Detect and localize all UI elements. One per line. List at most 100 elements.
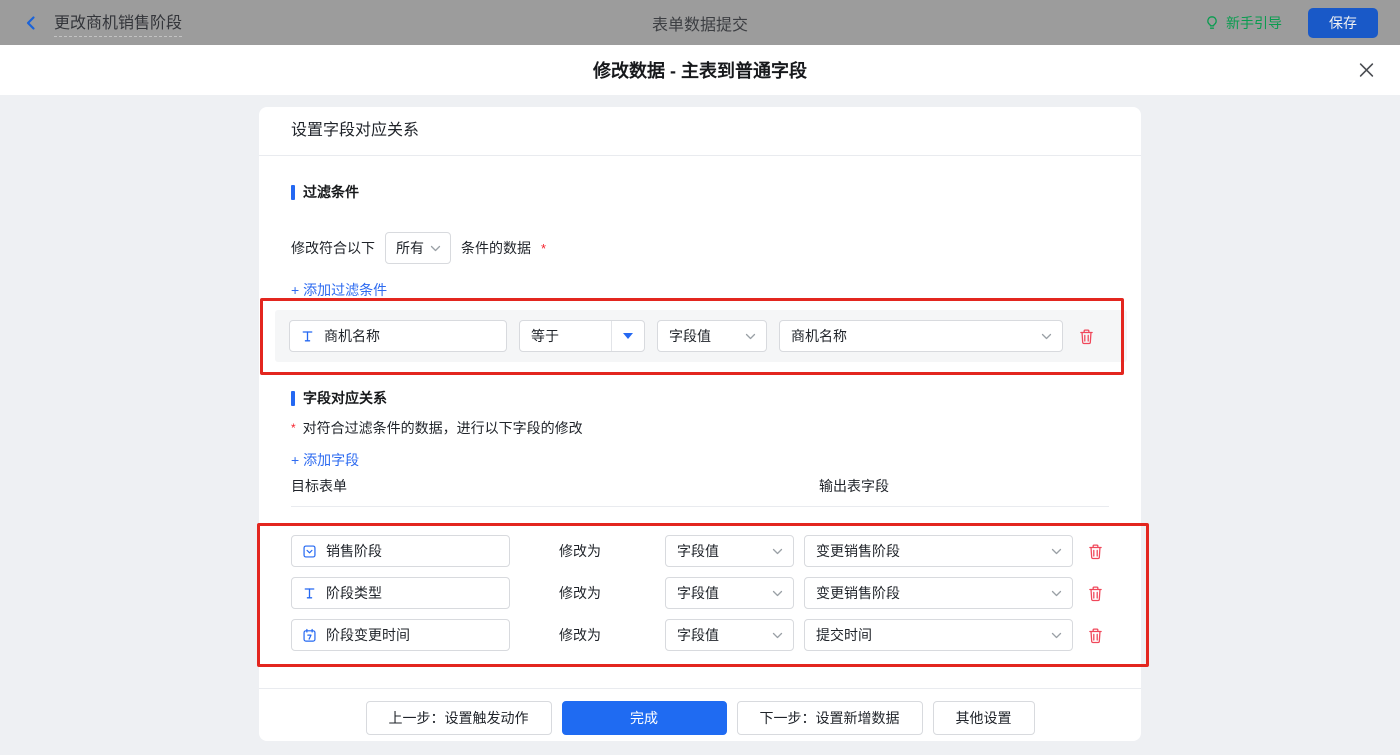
modify-label: 修改为	[559, 585, 601, 601]
back-icon	[26, 15, 35, 30]
card-title: 设置字段对应关系	[259, 107, 1141, 156]
trash-icon	[1080, 328, 1093, 344]
chevron-down-icon	[745, 333, 756, 339]
filter-row-wrap: 商机名称 等于 字段值 商机名称	[260, 298, 1127, 375]
trash-icon	[1089, 585, 1102, 601]
dialog-title: 修改数据 - 主表到普通字段	[593, 61, 807, 81]
column-target-form: 目标表单	[291, 478, 347, 494]
dialog-body: 设置字段对应关系 过滤条件 修改符合以下 所有 条件的数据 * + 添加过滤条件	[0, 107, 1400, 755]
filter-operator-select[interactable]: 等于	[519, 320, 645, 352]
section-bar	[291, 184, 295, 200]
value-type: 字段值	[677, 585, 719, 601]
card-body: 过滤条件 修改符合以下 所有 条件的数据 * + 添加过滤条件 商机名称 等于 …	[257, 182, 1149, 667]
mapping-section-title: 字段对应关系	[291, 388, 1109, 408]
value-type: 字段值	[677, 627, 719, 643]
mapping-row: 阶段变更时间 修改为 字段值 提交时间	[291, 619, 1109, 651]
value-type-select[interactable]: 字段值	[665, 619, 794, 651]
output-field-select[interactable]: 变更销售阶段	[804, 577, 1073, 609]
delete-row-button[interactable]	[1084, 624, 1107, 647]
output-field-value: 提交时间	[816, 627, 872, 643]
chevron-down-icon	[772, 590, 783, 596]
operator-caret-segment[interactable]	[611, 321, 644, 351]
card-footer: 上一步：设置触发动作 完成 下一步：设置新增数据 其他设置	[259, 688, 1141, 735]
match-type-value: 所有	[396, 240, 424, 256]
target-field-value: 阶段变更时间	[326, 627, 410, 643]
back-button[interactable]	[22, 14, 40, 32]
column-headers: 目标表单 输出表字段	[291, 476, 1109, 507]
target-field-input[interactable]: 阶段类型	[291, 577, 510, 609]
add-filter-link[interactable]: + 添加过滤条件	[291, 280, 387, 300]
other-settings-button[interactable]: 其他设置	[932, 701, 1035, 735]
chevron-down-icon	[1051, 632, 1062, 638]
settings-card: 设置字段对应关系 过滤条件 修改符合以下 所有 条件的数据 * + 添加过滤条件	[257, 107, 1149, 741]
trash-icon	[1089, 543, 1102, 559]
target-field-input[interactable]: 阶段变更时间	[291, 619, 510, 651]
filter-value: 商机名称	[791, 328, 847, 344]
target-field-value: 销售阶段	[326, 543, 382, 559]
chevron-down-icon	[1041, 333, 1052, 339]
filter-value-type-select[interactable]: 字段值	[657, 320, 767, 352]
filter-value-type: 字段值	[669, 328, 711, 344]
add-field-link[interactable]: + 添加字段	[291, 450, 359, 470]
prev-step-button[interactable]: 上一步：设置触发动作	[365, 701, 552, 735]
target-field-input[interactable]: 销售阶段	[291, 535, 510, 567]
match-type-select[interactable]: 所有	[385, 232, 451, 264]
guide-label: 新手引导	[1226, 14, 1282, 31]
filter-section-label: 过滤条件	[303, 184, 359, 200]
close-button[interactable]	[1359, 63, 1374, 78]
trash-icon	[1089, 627, 1102, 643]
topbar: 更改商机销售阶段 表单数据提交 新手引导 保存	[0, 0, 1400, 45]
output-field-select[interactable]: 变更销售阶段	[804, 535, 1073, 567]
text-field-icon	[302, 330, 313, 341]
mapping-rows: 销售阶段 修改为 字段值 变更销售阶段 阶段类型 修改为 字段值 变更销售阶段 …	[257, 523, 1149, 667]
value-type: 字段值	[677, 543, 719, 559]
dialog-header: 修改数据 - 主表到普通字段	[0, 45, 1400, 95]
delete-row-button[interactable]	[1084, 540, 1107, 563]
filter-section-title: 过滤条件	[291, 182, 1109, 202]
match-suffix-label: 条件的数据	[461, 240, 531, 256]
output-field-select[interactable]: 提交时间	[804, 619, 1073, 651]
topbar-left: 更改商机销售阶段	[22, 9, 183, 37]
done-button[interactable]: 完成	[561, 701, 727, 735]
output-field-value: 变更销售阶段	[816, 585, 900, 601]
mapping-row: 销售阶段 修改为 字段值 变更销售阶段	[291, 535, 1109, 567]
caret-down-icon	[623, 333, 633, 339]
modify-label: 修改为	[559, 543, 601, 559]
date-field-icon	[303, 628, 316, 642]
select-field-icon	[303, 544, 316, 558]
guide-link[interactable]: 新手引导	[1204, 13, 1282, 33]
topbar-center-title: 表单数据提交	[651, 16, 748, 34]
delete-filter-button[interactable]	[1075, 325, 1098, 348]
mapping-row: 阶段类型 修改为 字段值 变更销售阶段	[291, 577, 1109, 609]
bulb-icon	[1207, 15, 1217, 29]
column-output-field: 输出表字段	[819, 478, 889, 494]
section-bar	[291, 390, 295, 406]
required-mark: *	[291, 421, 296, 435]
text-field-icon	[304, 587, 315, 598]
next-step-button[interactable]: 下一步：设置新增数据	[736, 701, 923, 735]
chevron-down-icon	[772, 548, 783, 554]
match-condition-row: 修改符合以下 所有 条件的数据 *	[291, 232, 1109, 264]
filter-field-input[interactable]: 商机名称	[289, 320, 507, 352]
filter-row: 商机名称 等于 字段值 商机名称	[275, 310, 1127, 362]
value-type-select[interactable]: 字段值	[665, 535, 794, 567]
chevron-down-icon	[772, 632, 783, 638]
mapping-description-text: 对符合过滤条件的数据，进行以下字段的修改	[302, 420, 583, 436]
modify-label: 修改为	[559, 627, 601, 643]
filter-value-select[interactable]: 商机名称	[779, 320, 1063, 352]
topbar-right: 新手引导 保存	[1204, 7, 1378, 38]
match-prefix-label: 修改符合以下	[291, 240, 375, 256]
value-type-select[interactable]: 字段值	[665, 577, 794, 609]
delete-row-button[interactable]	[1084, 582, 1107, 605]
chevron-down-icon	[1051, 590, 1062, 596]
save-button[interactable]: 保存	[1308, 7, 1378, 38]
output-field-value: 变更销售阶段	[816, 543, 900, 559]
filter-operator-value: 等于	[531, 328, 559, 344]
required-mark: *	[541, 240, 547, 256]
mapping-description: * 对符合过滤条件的数据，进行以下字段的修改	[291, 418, 1109, 438]
close-icon	[1359, 63, 1374, 77]
chevron-down-icon	[430, 245, 441, 251]
target-field-value: 阶段类型	[326, 585, 382, 601]
filter-field-value: 商机名称	[324, 328, 380, 344]
flow-title[interactable]: 更改商机销售阶段	[54, 9, 183, 37]
